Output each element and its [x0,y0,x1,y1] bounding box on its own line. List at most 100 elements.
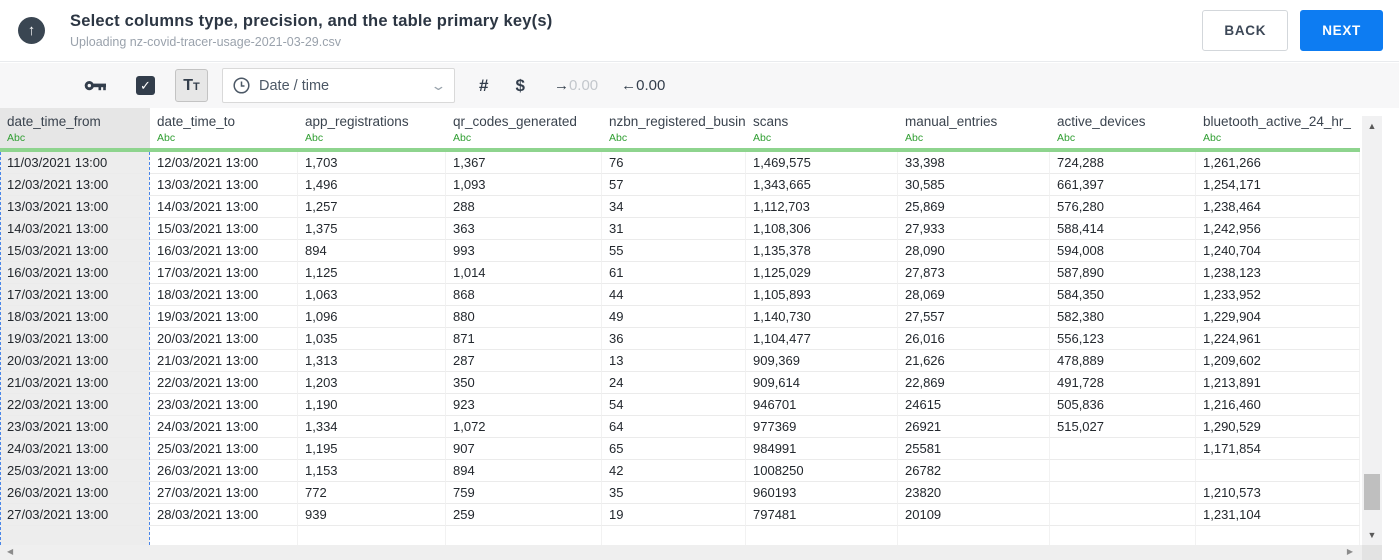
table-cell[interactable]: 35 [602,482,746,504]
table-cell[interactable]: 1,105,893 [746,284,898,306]
table-cell[interactable]: 661,397 [1050,174,1196,196]
table-cell[interactable]: 724,288 [1050,152,1196,174]
table-cell[interactable]: 44 [602,284,746,306]
table-cell[interactable]: 909,614 [746,372,898,394]
table-cell[interactable]: 977369 [746,416,898,438]
table-cell[interactable] [602,526,746,545]
table-cell[interactable]: 363 [446,218,602,240]
table-cell[interactable]: 21/03/2021 13:00 [150,350,298,372]
horizontal-scrollbar[interactable]: ◀ ▶ [0,545,1362,560]
table-cell[interactable] [1050,504,1196,526]
table-cell[interactable]: 20109 [898,504,1050,526]
scroll-right-arrow-icon[interactable]: ▶ [1347,547,1353,556]
table-cell[interactable]: 1,063 [298,284,446,306]
table-cell[interactable]: 1,343,665 [746,174,898,196]
table-cell[interactable] [1050,460,1196,482]
table-cell[interactable]: 478,889 [1050,350,1196,372]
table-cell[interactable] [298,526,446,545]
table-cell[interactable]: 1,367 [446,152,602,174]
table-cell[interactable]: 1,195 [298,438,446,460]
table-cell[interactable]: 556,123 [1050,328,1196,350]
table-cell[interactable] [898,526,1050,545]
table-cell[interactable]: 1,238,464 [1196,196,1360,218]
table-cell[interactable]: 42 [602,460,746,482]
table-cell[interactable]: 894 [298,240,446,262]
table-cell[interactable]: 15/03/2021 13:00 [150,218,298,240]
table-cell[interactable]: 30,585 [898,174,1050,196]
table-cell[interactable]: 18/03/2021 13:00 [150,284,298,306]
table-cell[interactable]: 25,869 [898,196,1050,218]
column-header-nzbn_registered_busine[interactable]: nzbn_registered_busine Abc [602,108,746,148]
table-cell[interactable]: 1,125,029 [746,262,898,284]
table-cell[interactable]: 584,350 [1050,284,1196,306]
table-cell[interactable]: 22/03/2021 13:00 [150,372,298,394]
table-cell[interactable]: 1,190 [298,394,446,416]
table-cell[interactable]: 880 [446,306,602,328]
table-cell[interactable]: 576,280 [1050,196,1196,218]
table-cell[interactable]: 27/03/2021 13:00 [150,482,298,504]
table-cell[interactable]: 1,216,460 [1196,394,1360,416]
table-cell[interactable]: 20/03/2021 13:00 [0,350,150,372]
table-cell[interactable]: 1,231,104 [1196,504,1360,526]
table-cell[interactable]: 868 [446,284,602,306]
text-type-button[interactable]: Tt [175,69,208,102]
table-cell[interactable]: 1,035 [298,328,446,350]
table-cell[interactable]: 49 [602,306,746,328]
table-cell[interactable]: 1,224,961 [1196,328,1360,350]
table-cell[interactable]: 26782 [898,460,1050,482]
table-cell[interactable]: 23/03/2021 13:00 [150,394,298,416]
table-cell[interactable]: 25/03/2021 13:00 [150,438,298,460]
table-cell[interactable]: 946701 [746,394,898,416]
column-header-manual_entries[interactable]: manual_entries Abc [898,108,1050,148]
table-cell[interactable]: 16/03/2021 13:00 [0,262,150,284]
scroll-left-arrow-icon[interactable]: ◀ [7,547,13,556]
table-cell[interactable]: 909,369 [746,350,898,372]
table-cell[interactable]: 21,626 [898,350,1050,372]
decimal-increase-button[interactable]: →0.00 [554,77,598,94]
table-cell[interactable]: 759 [446,482,602,504]
table-cell[interactable]: 797481 [746,504,898,526]
table-cell[interactable]: 76 [602,152,746,174]
table-cell[interactable]: 17/03/2021 13:00 [150,262,298,284]
column-header-active_devices[interactable]: active_devices Abc [1050,108,1196,148]
table-cell[interactable]: 960193 [746,482,898,504]
column-header-bluetooth_active_24_hr_[interactable]: bluetooth_active_24_hr_ Abc [1196,108,1360,148]
table-cell[interactable]: 54 [602,394,746,416]
table-cell[interactable]: 18/03/2021 13:00 [0,306,150,328]
table-cell[interactable]: 23/03/2021 13:00 [0,416,150,438]
table-cell[interactable]: 1,209,602 [1196,350,1360,372]
table-cell[interactable]: 17/03/2021 13:00 [0,284,150,306]
table-cell[interactable]: 14/03/2021 13:00 [150,196,298,218]
table-cell[interactable]: 1,703 [298,152,446,174]
table-cell[interactable] [1050,482,1196,504]
table-cell[interactable]: 288 [446,196,602,218]
table-cell[interactable]: 15/03/2021 13:00 [0,240,150,262]
table-cell[interactable]: 19/03/2021 13:00 [150,306,298,328]
table-cell[interactable]: 31 [602,218,746,240]
table-cell[interactable]: 24/03/2021 13:00 [150,416,298,438]
table-cell[interactable]: 1,496 [298,174,446,196]
table-cell[interactable] [1196,460,1360,482]
table-cell[interactable]: 1,375 [298,218,446,240]
type-select[interactable]: Date / time ⌄ [222,68,455,103]
column-header-date_time_from[interactable]: date_time_from Abc [0,108,150,148]
table-cell[interactable]: 1,257 [298,196,446,218]
table-cell[interactable]: 16/03/2021 13:00 [150,240,298,262]
table-cell[interactable]: 34 [602,196,746,218]
table-cell[interactable]: 1,213,891 [1196,372,1360,394]
table-cell[interactable] [1050,438,1196,460]
table-cell[interactable]: 1,108,306 [746,218,898,240]
table-cell[interactable]: 11/03/2021 13:00 [0,152,150,174]
table-cell[interactable]: 25/03/2021 13:00 [0,460,150,482]
table-cell[interactable]: 64 [602,416,746,438]
table-cell[interactable]: 27,933 [898,218,1050,240]
table-cell[interactable] [446,526,602,545]
table-cell[interactable]: 14/03/2021 13:00 [0,218,150,240]
currency-type-button[interactable]: $ [515,76,524,96]
table-cell[interactable]: 1,229,904 [1196,306,1360,328]
table-cell[interactable]: 13/03/2021 13:00 [0,196,150,218]
table-cell[interactable]: 1,072 [446,416,602,438]
table-cell[interactable]: 984991 [746,438,898,460]
table-cell[interactable]: 24615 [898,394,1050,416]
vertical-scrollbar[interactable]: ▲ ▼ [1362,116,1382,545]
